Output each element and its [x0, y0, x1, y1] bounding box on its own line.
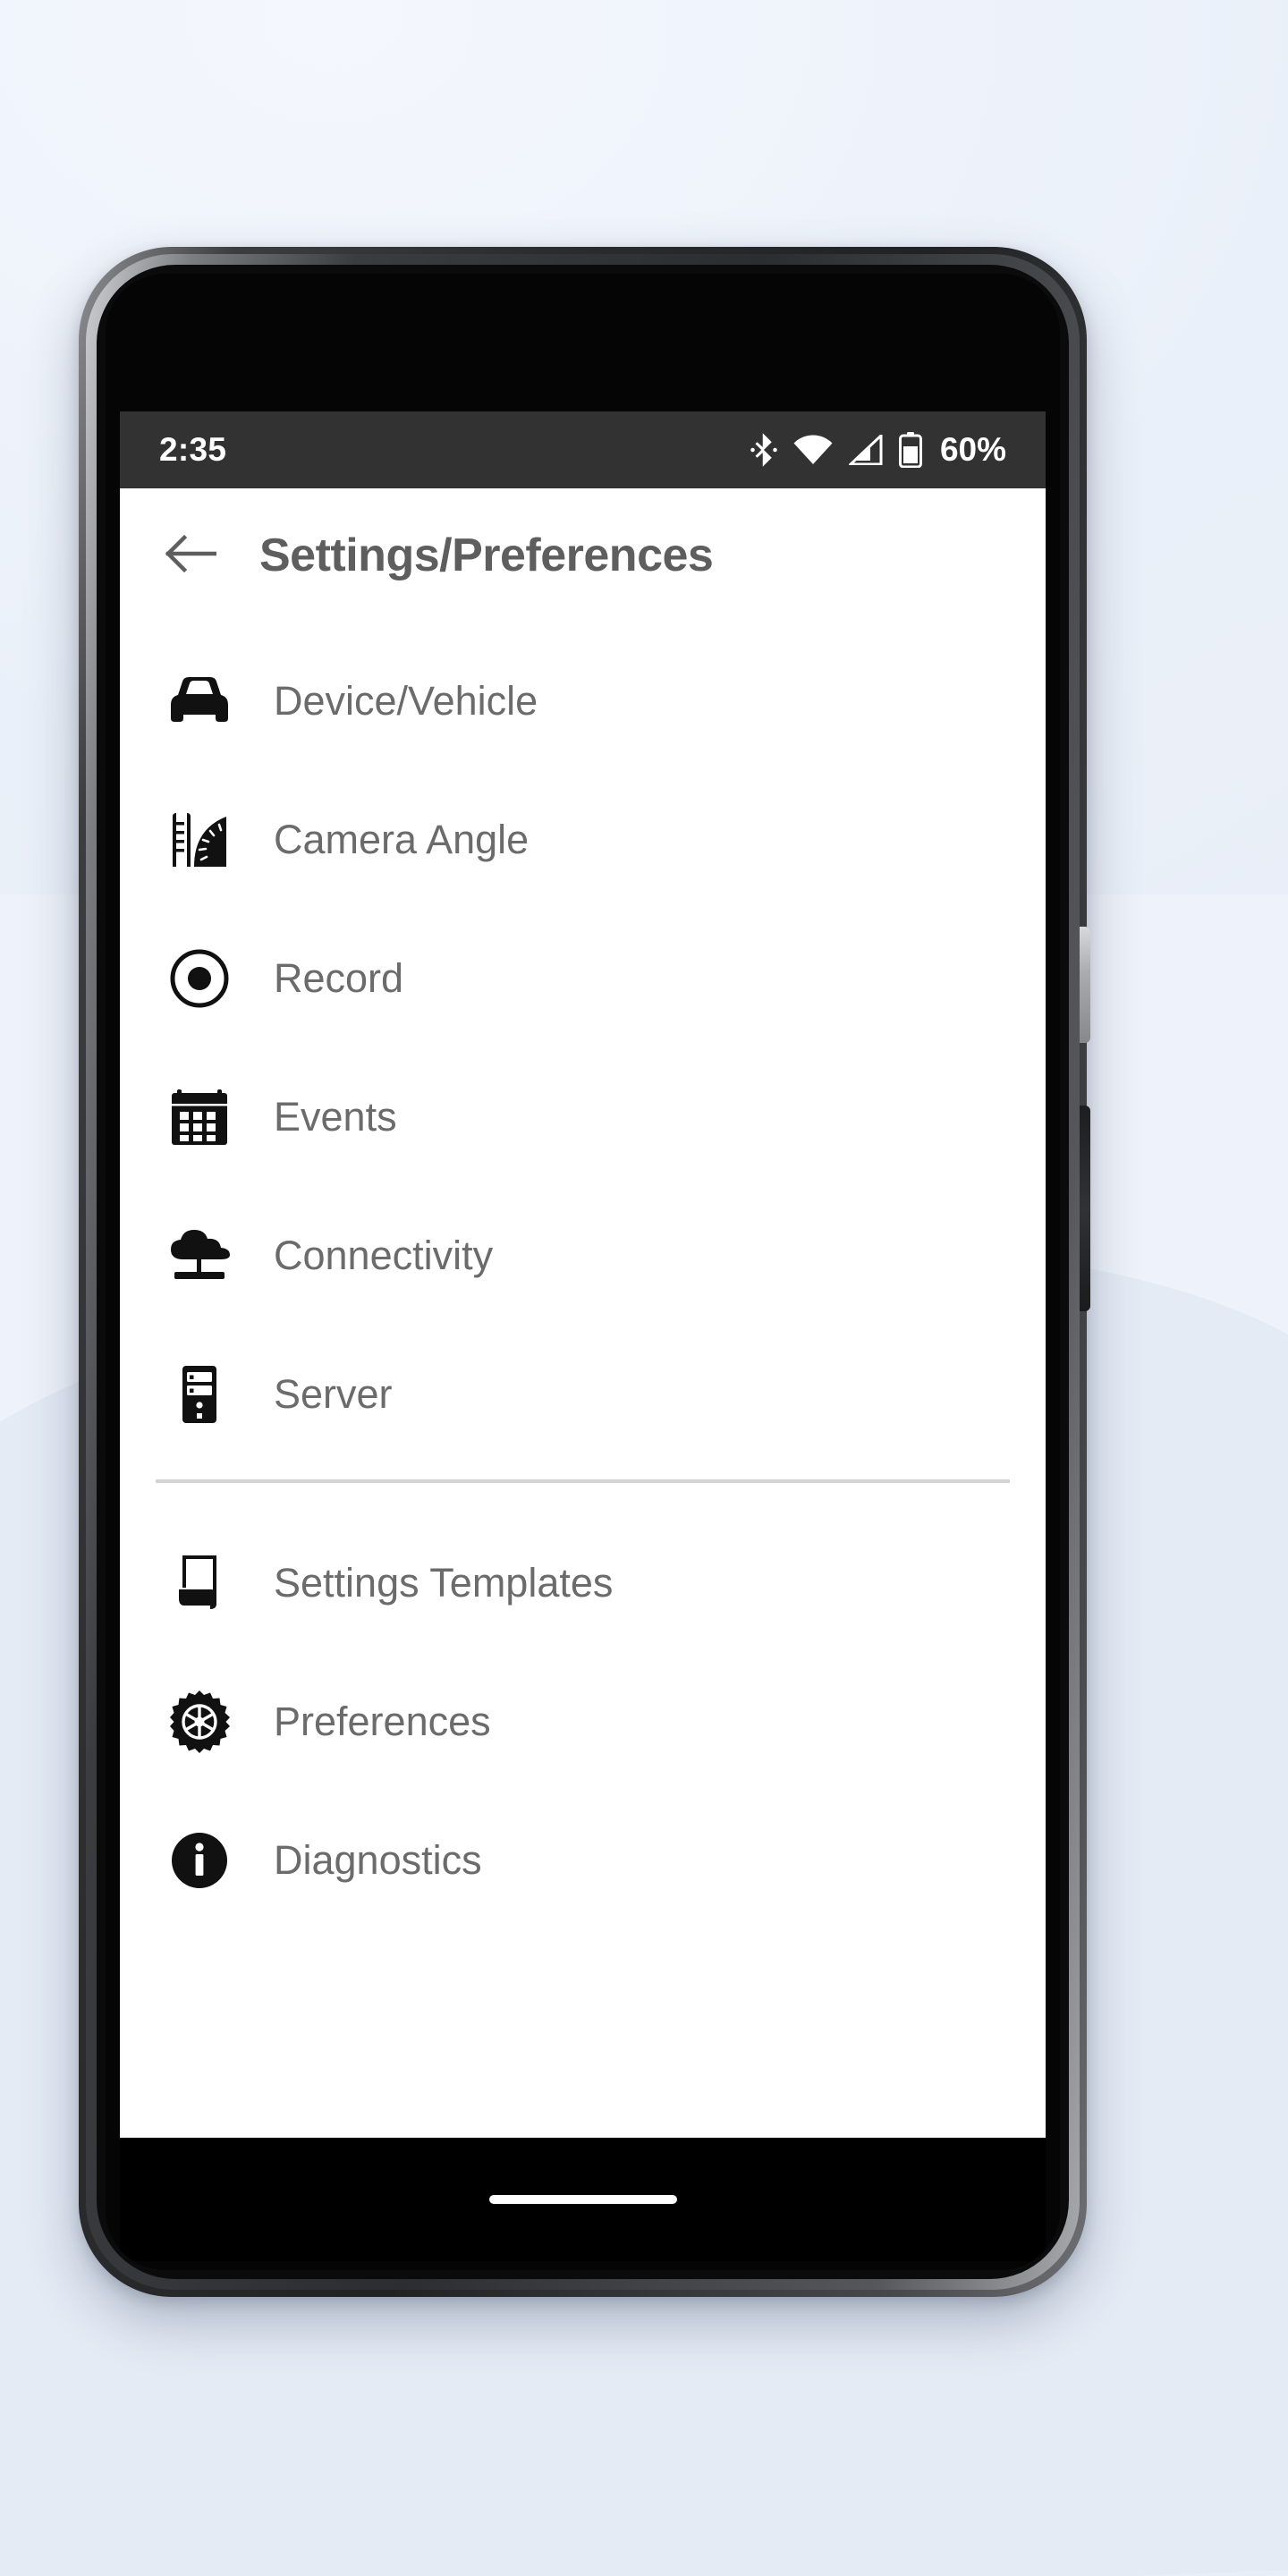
bluetooth-icon — [750, 432, 777, 468]
menu-item-label: Record — [274, 954, 404, 1001]
system-navigation-bar — [120, 2138, 1046, 2261]
app-viewport: 2:35 60% Settings/Preferences Device/Veh… — [120, 411, 1046, 2138]
menu-item-preferences[interactable]: Preferences — [120, 1652, 1046, 1791]
menu-item-camera-angle[interactable]: Camera Angle — [120, 770, 1046, 909]
menu-item-label: Device/Vehicle — [274, 677, 538, 724]
note-icon — [161, 1545, 238, 1622]
wifi-icon — [793, 435, 833, 465]
menu-item-events[interactable]: Events — [120, 1047, 1046, 1186]
cloud-network-icon — [161, 1217, 238, 1294]
status-icon-group: 60% — [750, 431, 1006, 469]
menu-item-server[interactable]: Server — [120, 1325, 1046, 1463]
info-icon — [161, 1822, 238, 1899]
home-indicator[interactable] — [488, 2195, 677, 2204]
menu-item-label: Connectivity — [274, 1232, 494, 1278]
page-title: Settings/Preferences — [259, 530, 714, 581]
car-icon — [161, 663, 238, 740]
battery-percent-label: 60% — [939, 431, 1006, 468]
menu-group-primary: Device/Vehicle Camera Angle Record Event… — [120, 623, 1046, 1463]
calendar-icon — [161, 1079, 238, 1156]
menu-item-diagnostics[interactable]: Diagnostics — [120, 1791, 1046, 1929]
menu-divider — [156, 1479, 1010, 1483]
server-tower-icon — [161, 1356, 238, 1433]
menu-item-record[interactable]: Record — [120, 909, 1046, 1047]
menu-item-device-vehicle[interactable]: Device/Vehicle — [120, 631, 1046, 770]
menu-group-secondary: Settings Templates Preferences Diagnosti… — [120, 1504, 1046, 1929]
volume-button[interactable] — [1080, 1106, 1090, 1311]
record-icon — [161, 940, 238, 1017]
menu-item-connectivity[interactable]: Connectivity — [120, 1186, 1046, 1325]
power-button[interactable] — [1080, 927, 1090, 1043]
cellular-signal-icon — [848, 435, 883, 465]
protractor-icon — [161, 801, 238, 878]
menu-item-label: Events — [274, 1093, 397, 1140]
battery-icon — [898, 432, 922, 468]
menu-item-settings-templates[interactable]: Settings Templates — [120, 1513, 1046, 1652]
app-bar: Settings/Preferences — [120, 488, 1046, 623]
menu-item-label: Camera Angle — [274, 816, 530, 862]
phone-screen: 2:35 60% Settings/Preferences Device/Veh… — [106, 274, 1060, 2270]
menu-item-label: Diagnostics — [274, 1836, 482, 1883]
back-arrow-icon — [165, 530, 217, 581]
back-button[interactable] — [159, 524, 222, 587]
page-background: 2:35 60% Settings/Preferences Device/Veh… — [0, 0, 1288, 2576]
menu-item-label: Preferences — [274, 1698, 491, 1744]
gear-icon — [161, 1683, 238, 1760]
phone-device: 2:35 60% Settings/Preferences Device/Veh… — [79, 247, 1090, 2297]
status-bar: 2:35 60% — [120, 411, 1046, 488]
menu-item-label: Server — [274, 1370, 393, 1417]
menu-item-label: Settings Templates — [274, 1559, 614, 1606]
status-time: 2:35 — [159, 431, 227, 468]
